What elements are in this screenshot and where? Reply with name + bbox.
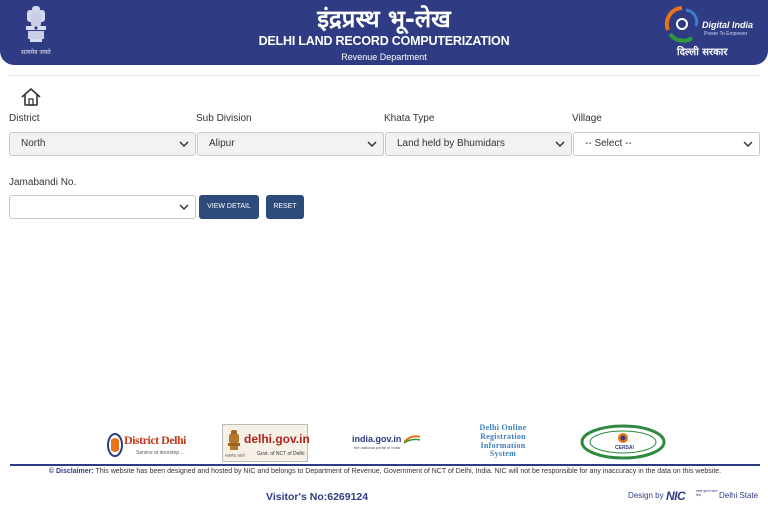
chevron-down-icon bbox=[367, 141, 377, 148]
home-button[interactable] bbox=[20, 87, 42, 107]
digital-india-tagline: Power To Empower bbox=[704, 31, 748, 37]
sub-division-value: Alipur bbox=[209, 138, 235, 149]
site-header: सत्यमेव जयते इंद्रप्रस्थ भू-लेख DELHI LA… bbox=[0, 0, 768, 65]
divider bbox=[8, 75, 760, 76]
home-icon bbox=[21, 88, 41, 106]
design-by-label: Design by bbox=[628, 491, 664, 500]
visitor-count: 6269124 bbox=[327, 491, 369, 503]
khata-type-select[interactable]: Land held by Bhumidars bbox=[385, 132, 572, 156]
disclaimer-text: This website has been designed and hoste… bbox=[95, 468, 722, 475]
digital-india-swirl-icon bbox=[664, 6, 699, 43]
cersai-seal-icon bbox=[580, 424, 666, 460]
district-delhi-tagline: Service at doorstep ... bbox=[136, 450, 185, 456]
partner-logos: District Delhi Service at doorstep ... d… bbox=[0, 422, 768, 464]
chevron-down-icon bbox=[179, 141, 189, 148]
design-credit: Design by NIC राष्ट्रीय सूचना विज्ञान के… bbox=[628, 489, 762, 504]
visitor-label: Visitor's No: bbox=[266, 491, 328, 503]
ashoka-emblem-icon bbox=[228, 430, 240, 450]
delhi-gov-caption: सत्यमेव जयते bbox=[225, 453, 245, 458]
doris-line4: System bbox=[489, 449, 517, 459]
view-detail-button[interactable]: VIEW DETAIL bbox=[199, 195, 259, 219]
delhi-gov-logo[interactable]: delhi.gov.in Govt. of NCT of Delhi सत्यम… bbox=[222, 424, 310, 462]
site-title-english: DELHI LAND RECORD COMPUTERIZATION bbox=[258, 34, 510, 48]
cersai-name: CERSAI bbox=[615, 445, 634, 451]
india-gov-logo[interactable]: india.gov.in the national portal of Indi… bbox=[352, 434, 422, 454]
sub-division-select[interactable]: Alipur bbox=[197, 132, 384, 156]
district-delhi-name: District Delhi bbox=[124, 433, 186, 447]
delhi-gov-name: delhi.gov.in bbox=[244, 432, 310, 446]
visitor-counter: Visitor's No:6269124 bbox=[266, 491, 368, 503]
district-label: District bbox=[9, 113, 40, 124]
site-title-hindi: इंद्रप्रस्थ भू-लेख bbox=[317, 5, 451, 33]
district-delhi-logo[interactable]: District Delhi Service at doorstep ... bbox=[106, 426, 188, 462]
delhi-sarkar-label: दिल्ली सरकार bbox=[677, 47, 728, 58]
chevron-down-icon bbox=[743, 141, 753, 148]
delhi-gov-tagline: Govt. of NCT of Delhi bbox=[257, 451, 305, 457]
chevron-down-icon bbox=[555, 141, 565, 148]
department-name: Revenue Department bbox=[341, 52, 427, 62]
reset-button[interactable]: RESET bbox=[266, 195, 304, 219]
district-value: North bbox=[21, 138, 46, 149]
doris-logo[interactable]: Delhi Online Registration Information Sy… bbox=[461, 423, 545, 462]
india-gov-name: india.gov.in bbox=[352, 434, 402, 444]
jamabandi-select[interactable] bbox=[9, 195, 196, 219]
jamabandi-label: Jamabandi No. bbox=[9, 177, 77, 188]
khata-type-label: Khata Type bbox=[384, 113, 435, 124]
disclaimer-label: © Disclaimer: bbox=[48, 468, 94, 475]
nic-logo[interactable]: NIC bbox=[666, 489, 686, 503]
sub-division-label: Sub Division bbox=[196, 113, 252, 124]
district-delhi-emblem-icon bbox=[107, 433, 123, 457]
digital-india-name: Digital India bbox=[702, 20, 754, 30]
village-value: -- Select -- bbox=[585, 138, 632, 149]
village-select[interactable]: -- Select -- bbox=[573, 132, 760, 156]
khata-type-value: Land held by Bhumidars bbox=[397, 138, 505, 149]
disclaimer: © Disclaimer: This website has been desi… bbox=[12, 466, 758, 478]
district-select[interactable]: North bbox=[9, 132, 196, 156]
chevron-down-icon bbox=[179, 204, 189, 211]
digital-india-logo[interactable]: Digital India Power To Empower दिल्ली सर… bbox=[662, 4, 762, 60]
india-gov-swoosh-icon bbox=[404, 435, 420, 444]
cersai-logo[interactable]: CERSAI bbox=[580, 424, 666, 460]
delhi-state-label: Delhi State bbox=[719, 491, 759, 500]
nic-small-text: राष्ट्रीय सूचना विज्ञान केन्द्र bbox=[696, 490, 718, 497]
village-label: Village bbox=[572, 113, 602, 124]
india-gov-tagline: the national portal of India bbox=[354, 445, 401, 450]
